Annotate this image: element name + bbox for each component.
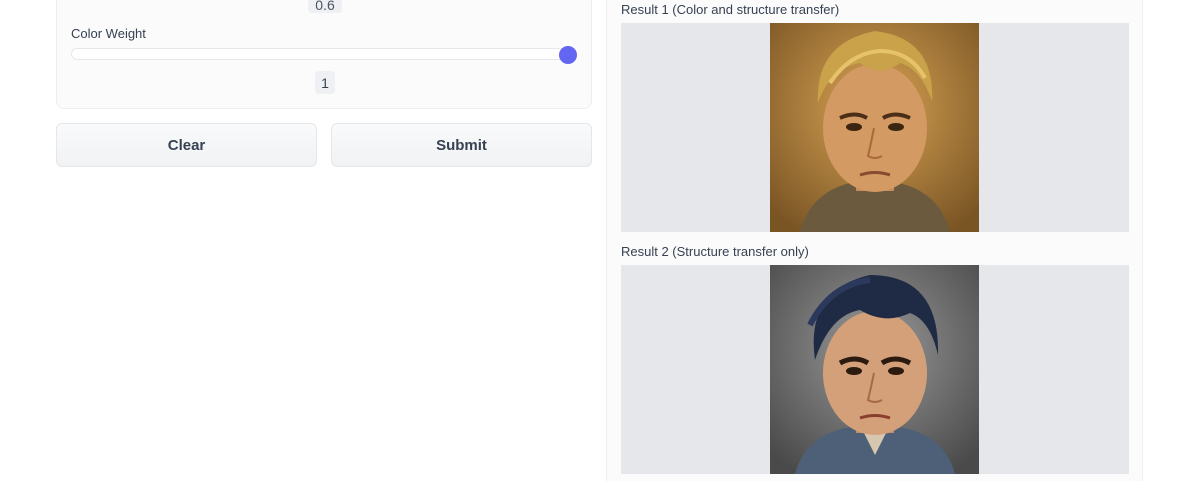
result-2-portrait-image [770,265,979,474]
result-2-label: Result 2 (Structure transfer only) [621,244,809,259]
color-weight-slider-thumb[interactable] [559,46,577,64]
submit-button[interactable]: Submit [331,123,592,167]
color-weight-value[interactable]: 1 [315,71,335,94]
result-2-image-frame [621,265,1129,474]
color-weight-slider-track[interactable] [71,48,577,60]
result-1-label: Result 1 (Color and structure transfer) [621,2,840,17]
clear-button[interactable]: Clear [56,123,317,167]
result-1-portrait-image [770,23,979,232]
parameters-panel: 0.6 Color Weight 1 [56,0,592,109]
previous-slider-value[interactable]: 0.6 [308,0,342,13]
result-1-image-frame [621,23,1129,232]
color-weight-label: Color Weight [71,26,146,41]
